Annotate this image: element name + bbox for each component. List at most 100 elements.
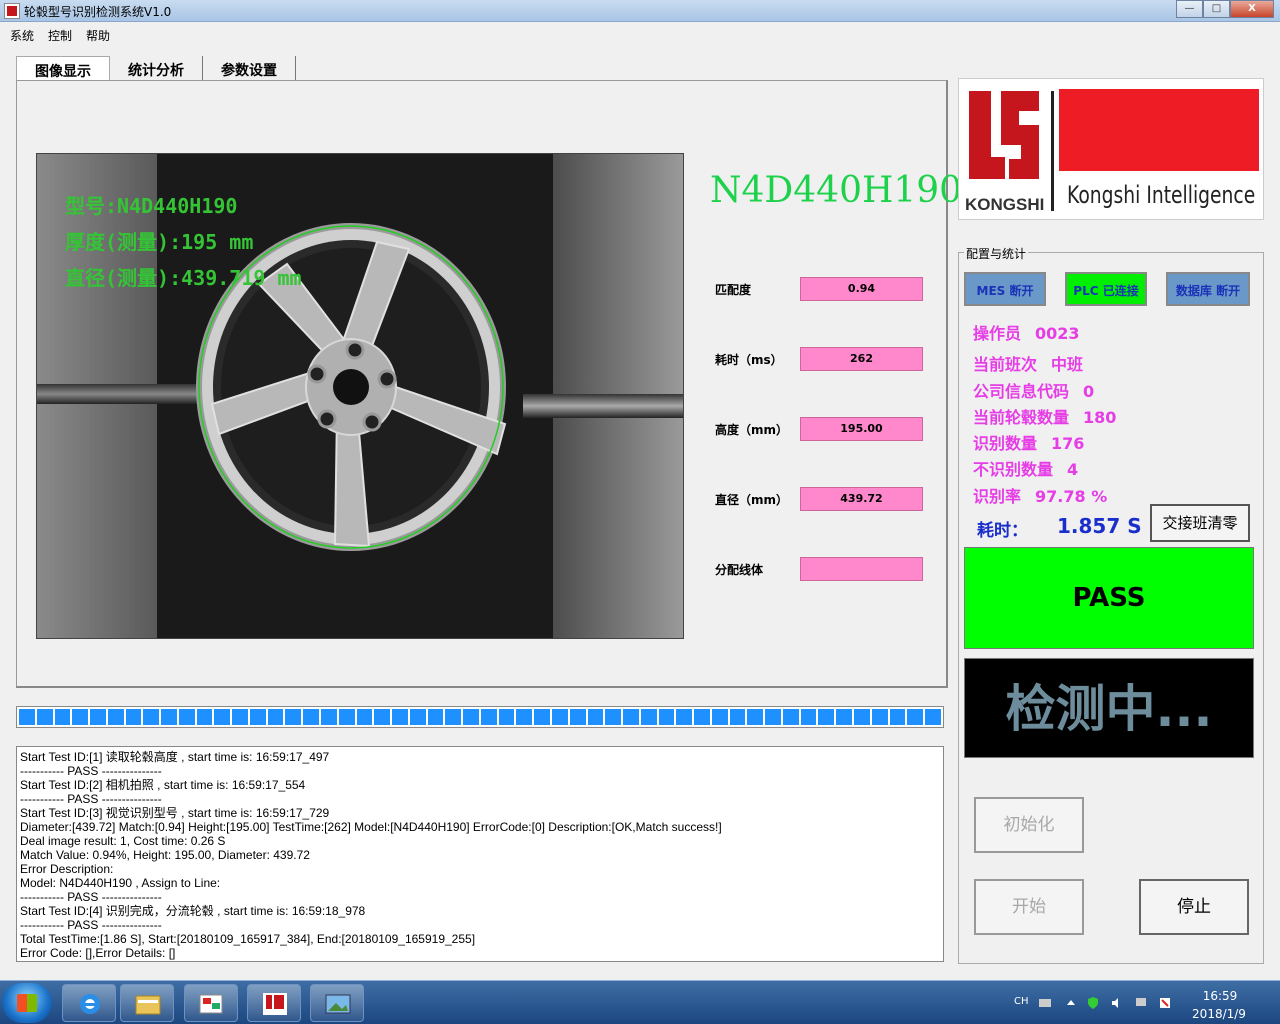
stat-value: 97.78 %	[1035, 487, 1108, 506]
clock-time[interactable]: 16:59	[1190, 989, 1250, 1003]
action-center-icon[interactable]	[1158, 996, 1172, 1010]
clock-date[interactable]: 2018/1/9	[1184, 1007, 1254, 1021]
stat-label: 公司信息代码	[973, 382, 1070, 401]
log-line: Deal image result: 1, Cost time: 0.26 S	[20, 834, 226, 848]
menu-bar: 系统 控制 帮助	[0, 24, 1280, 44]
menu-control[interactable]: 控制	[48, 27, 72, 44]
progress-block	[161, 709, 177, 725]
tab-parameters[interactable]: 参数设置	[203, 56, 296, 80]
log-line: Error Code: [],Error Details: []	[20, 946, 176, 960]
progress-block	[729, 709, 746, 725]
progress-block	[853, 709, 870, 725]
progress-block	[747, 709, 764, 725]
progress-block	[267, 709, 284, 725]
stat-value: 180	[1083, 408, 1117, 427]
security-shield-icon[interactable]	[1086, 996, 1100, 1010]
progress-block	[392, 709, 408, 725]
log-line: Total TestTime:[1.86 S], Start:[20180109…	[20, 932, 476, 946]
tray-expand-icon[interactable]	[1064, 996, 1078, 1010]
progress-block	[480, 709, 497, 725]
log-line: Start Test ID:[3] 视觉识别型号 , start time is…	[20, 806, 330, 820]
stat-value: 176	[1051, 434, 1085, 453]
maximize-button[interactable]: □	[1203, 0, 1230, 18]
progress-block	[889, 709, 906, 725]
progress-block	[818, 709, 835, 725]
shift-reset-button[interactable]: 交接班清零	[1150, 504, 1250, 542]
title-bar[interactable]: 轮毂型号识别检测系统V1.0 — □ X	[0, 0, 1280, 22]
taskbar-ie[interactable]	[62, 984, 116, 1022]
log-line: ----------- PASS ---------------	[20, 792, 162, 806]
progress-block	[90, 709, 106, 725]
progress-block	[711, 709, 728, 725]
log-line: Diameter:[439.72] Match:[0.94] Height:[1…	[20, 820, 722, 834]
progress-block	[196, 709, 213, 725]
database-status-button[interactable]: 数据库 断开	[1166, 272, 1250, 306]
keyboard-icon[interactable]	[1038, 996, 1052, 1010]
minimize-button[interactable]: —	[1176, 0, 1203, 18]
menu-help[interactable]: 帮助	[86, 27, 110, 44]
stop-button[interactable]: 停止	[1139, 879, 1249, 935]
progress-block	[694, 709, 710, 725]
stat-operator: 操作员 0023	[973, 320, 1080, 344]
stat-value: 中班	[1051, 355, 1084, 374]
menu-system[interactable]: 系统	[10, 27, 34, 44]
stat-company-code: 公司信息代码 0	[973, 378, 1094, 402]
mes-status-button[interactable]: MES 断开	[964, 272, 1046, 306]
logo-redacted-block	[1059, 89, 1259, 171]
progress-block	[125, 709, 142, 725]
taskbar-kongshi-app[interactable]	[247, 984, 301, 1022]
progress-block	[498, 709, 515, 725]
kongshi-logo-icon	[969, 91, 1039, 179]
measurement-value: 0.94	[800, 277, 923, 301]
measurement-value: 195.00	[800, 417, 923, 441]
measurement-time: 耗时（ms） 262	[715, 347, 925, 371]
progress-block	[569, 709, 586, 725]
initialize-button[interactable]: 初始化	[974, 797, 1084, 853]
progress-block	[107, 709, 124, 725]
log-line: ----------- PASS ---------------	[20, 764, 162, 778]
start-button[interactable]: 开始	[974, 879, 1084, 935]
tab-strip: 图像显示 统计分析 参数设置	[16, 56, 296, 80]
measurement-height: 高度（mm） 195.00	[715, 417, 925, 441]
measurement-diameter: 直径（mm） 439.72	[715, 487, 925, 511]
volume-icon[interactable]	[1110, 996, 1124, 1010]
camera-view: 型号:N4D440H190 厚度(测量):195 mm 直径(测量):439.7…	[36, 153, 684, 639]
close-button[interactable]: X	[1230, 0, 1274, 18]
progress-block	[54, 709, 71, 725]
tab-statistics[interactable]: 统计分析	[110, 56, 203, 80]
tab-image-display[interactable]: 图像显示	[16, 56, 110, 80]
result-indicator: PASS	[964, 547, 1254, 649]
stat-value: 0023	[1035, 324, 1080, 343]
start-button-icon[interactable]	[2, 983, 52, 1023]
progress-block	[285, 709, 302, 725]
log-output[interactable]: Start Test ID:[1] 读取轮毂高度 , start time is…	[16, 746, 944, 962]
measurement-label: 分配线体	[715, 563, 764, 577]
progress-block	[925, 709, 941, 725]
taskbar-explorer[interactable]	[120, 984, 174, 1022]
mpc-icon	[199, 994, 223, 1014]
measurement-value: 262	[800, 347, 923, 371]
log-line: Model: N4D440H190 , Assign to Line:	[20, 876, 221, 890]
progress-block	[534, 709, 550, 725]
taskbar-image-viewer[interactable]	[310, 984, 364, 1022]
window-title: 轮毂型号识别检测系统V1.0	[24, 5, 172, 19]
company-logo: KONGSHI Kongshi Intelligence	[958, 78, 1264, 220]
progress-block	[72, 709, 89, 725]
measurement-label: 耗时（ms）	[715, 353, 783, 367]
progress-block	[871, 709, 888, 725]
progress-block	[640, 709, 657, 725]
progress-block	[143, 709, 160, 725]
measurement-label: 高度（mm）	[715, 423, 789, 437]
progress-block	[658, 709, 675, 725]
plc-status-button[interactable]: PLC 已连接	[1065, 272, 1147, 306]
ime-indicator[interactable]: CH	[1014, 996, 1029, 1007]
log-line: ----------- PASS ---------------	[20, 918, 162, 932]
stat-value: 4	[1067, 460, 1079, 479]
app-window: 轮毂型号识别检测系统V1.0 — □ X 系统 控制 帮助 图像显示 统计分析 …	[0, 0, 1280, 980]
progress-block	[551, 709, 568, 725]
internet-explorer-icon	[80, 994, 100, 1014]
network-icon[interactable]	[1134, 996, 1148, 1010]
logo-divider	[1051, 91, 1054, 211]
taskbar-mpc[interactable]	[184, 984, 238, 1022]
progress-block	[374, 709, 391, 725]
